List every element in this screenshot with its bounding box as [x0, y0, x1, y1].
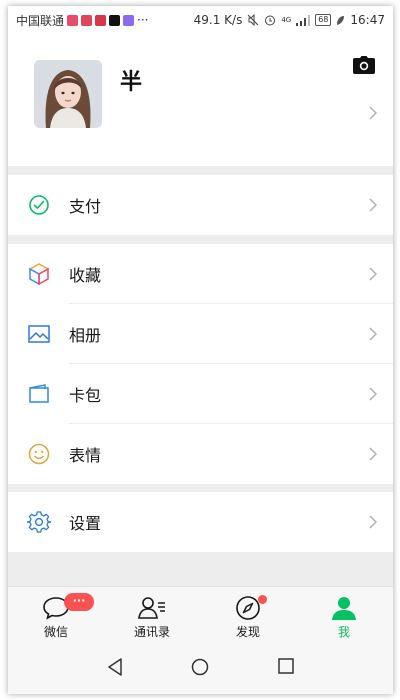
unread-badge: ···	[64, 593, 94, 611]
chevron-right-icon	[369, 267, 377, 281]
system-navigation-bar	[8, 646, 393, 694]
smiley-icon	[28, 443, 50, 465]
app-notification-icon	[81, 14, 93, 26]
camera-icon[interactable]	[353, 56, 375, 74]
battery-level: 68	[315, 14, 332, 26]
tools-group: 收藏 相册 卡包 表情	[8, 244, 393, 484]
tab-me[interactable]: 我	[304, 587, 384, 647]
gear-icon	[27, 511, 51, 533]
avatar[interactable]	[34, 60, 102, 128]
tab-contacts[interactable]: 通讯录	[112, 587, 192, 647]
tab-label-contacts: 通讯录	[133, 625, 170, 639]
settings-group: 设置	[8, 492, 393, 552]
album-icon	[28, 325, 50, 343]
recent-apps-icon[interactable]	[278, 658, 294, 674]
home-icon[interactable]	[191, 658, 209, 676]
menu-item-album[interactable]: 相册	[8, 304, 393, 364]
network-speed: 49.1 K/s	[193, 13, 243, 27]
profile-header[interactable]: 半	[8, 34, 393, 166]
menu-item-favorites[interactable]: 收藏	[8, 244, 393, 304]
leaf-icon	[337, 15, 345, 25]
chevron-right-icon	[369, 327, 377, 341]
menu-label-settings: 设置	[69, 514, 102, 533]
signal-icon	[296, 14, 311, 26]
more-notifications: ···	[137, 13, 149, 27]
clock: 16:47	[350, 13, 385, 27]
avatar-image	[34, 60, 102, 128]
menu-item-stickers[interactable]: 表情	[8, 424, 393, 484]
tab-chats[interactable]: 微信 ···	[16, 587, 96, 647]
back-icon[interactable]	[107, 658, 123, 676]
app-notification-icon	[123, 14, 135, 26]
chevron-right-icon	[369, 106, 377, 120]
contacts-icon	[138, 597, 165, 619]
tab-label-discover: 发现	[235, 625, 260, 639]
menu-label-cards: 卡包	[69, 386, 102, 405]
menu-label-stickers: 表情	[69, 446, 102, 465]
network-type: 4G	[281, 16, 292, 24]
app-notification-icon	[95, 14, 107, 26]
favorites-cube-icon	[28, 263, 50, 286]
tiktok-icon	[109, 14, 121, 26]
chevron-right-icon	[369, 387, 377, 401]
chevron-right-icon	[369, 198, 377, 212]
notification-dot	[258, 595, 267, 604]
menu-item-pay[interactable]: 支付	[8, 175, 393, 235]
chevron-right-icon	[369, 515, 377, 529]
chevron-right-icon	[369, 447, 377, 461]
mute-icon	[247, 14, 259, 26]
menu-item-settings[interactable]: 设置	[8, 492, 393, 552]
menu-item-cards[interactable]: 卡包	[8, 364, 393, 424]
alarm-icon	[265, 15, 276, 26]
tab-discover[interactable]: 发现	[208, 587, 288, 647]
pay-group: 支付	[8, 175, 393, 235]
profile-name: 半	[120, 70, 143, 95]
tab-label-chats: 微信	[43, 625, 68, 639]
menu-label-favorites: 收藏	[69, 266, 102, 285]
bottom-tab-bar: 微信 ··· 通讯录 发现 我	[8, 586, 393, 646]
wechat-pay-icon	[29, 195, 49, 215]
card-wallet-icon	[29, 384, 49, 403]
carrier-label: 中国联通	[16, 13, 65, 28]
app-notification-icon	[67, 14, 79, 26]
menu-label-pay: 支付	[69, 197, 102, 216]
phone-screen: 中国联通 ··· 49.1 K/s 4G 68 16:47 半 支付 收藏 相册…	[8, 6, 393, 694]
person-icon	[332, 597, 356, 620]
tab-label-me: 我	[337, 625, 350, 639]
status-bar: 中国联通 ··· 49.1 K/s 4G 68 16:47	[8, 6, 393, 34]
menu-label-album: 相册	[69, 326, 102, 345]
